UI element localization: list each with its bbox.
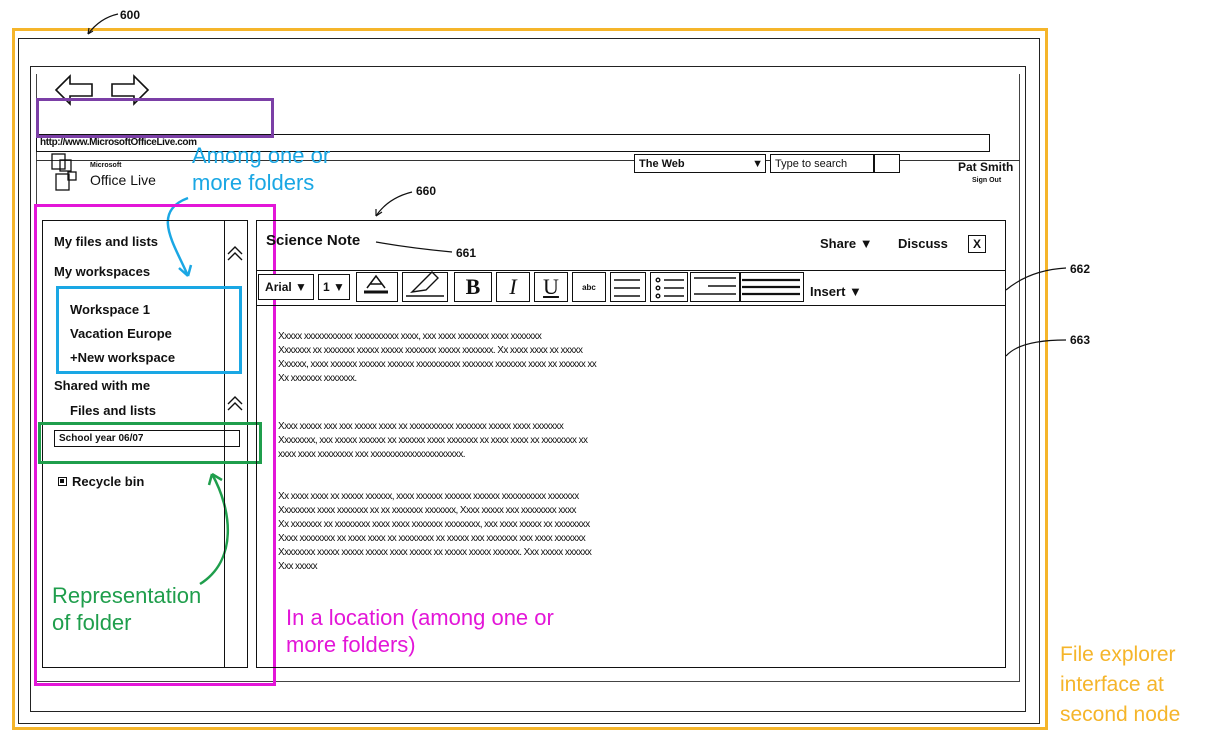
search-button[interactable]	[874, 154, 900, 173]
paragraph-line: Xxxxxxxx, xxx xxxxx xxxxxx xx xxxxxx xxx…	[278, 435, 588, 446]
annotation-representation: Representation of folder	[52, 582, 201, 636]
paragraph-line: Xxxxxx, xxxx xxxxxx xxxxxx xxxxxx xxxxxx…	[278, 359, 597, 370]
url-text: http://www.MicrosoftOfficeLive.com	[40, 137, 197, 148]
bulleted-list-button[interactable]	[650, 272, 688, 302]
url-highlight-box	[36, 98, 274, 138]
document-paragraph-2: Xxxx xxxxx xxx xxx xxxxx xxxx xx xxxxxxx…	[278, 420, 588, 462]
paragraph-line: Xxxxxxxx xxxx xxxxxxx xx xx xxxxxxx xxxx…	[278, 505, 576, 516]
paragraph-line: Xxxx xxxxx xxx xxx xxxxx xxxx xx xxxxxxx…	[278, 421, 564, 432]
underline-button[interactable]: U	[534, 272, 568, 302]
indent-button[interactable]	[690, 272, 740, 302]
document-paragraph-1: Xxxxx xxxxxxxxxxx xxxxxxxxxx xxxx, xxx x…	[278, 330, 597, 386]
annotation-line: of folder	[52, 610, 132, 635]
paragraph-line: xxxx xxxx xxxxxxxx xxx xxxxxxxxxxxxxxxxx…	[278, 449, 466, 460]
font-select[interactable]: Arial ▼	[258, 274, 314, 300]
discuss-link[interactable]: Discuss	[898, 236, 948, 251]
logo-microsoft: Microsoft	[90, 162, 122, 169]
user-name: Pat Smith	[958, 160, 1014, 174]
font-size-select[interactable]: 1 ▼	[318, 274, 350, 300]
annotation-line: second node	[1060, 703, 1181, 726]
annotation-line: more folders)	[286, 632, 416, 657]
italic-button[interactable]: I	[496, 272, 530, 302]
highlight-button[interactable]	[402, 272, 448, 302]
annotation-line: File explorer	[1060, 643, 1176, 666]
annotation-location: In a location (among one or more folders…	[286, 604, 554, 658]
close-button[interactable]: X	[968, 235, 986, 253]
paragraph-line: Xx xxxxxxx xxxxxxx.	[278, 373, 357, 384]
annotation-file-explorer: File explorer interface at second node	[1060, 640, 1180, 730]
justify-button[interactable]	[740, 272, 804, 302]
annotation-line: interface at	[1060, 673, 1164, 696]
annotation-line: more folders	[192, 170, 315, 195]
paragraph-line: Xx xxxxxxx xx xxxxxxxx xxxx xxxx xxxxxxx…	[278, 519, 590, 530]
search-scope-label: The Web	[639, 157, 685, 170]
annotation-line: In a location (among one or	[286, 605, 554, 630]
paragraph-line: Xxxx xxxxxxxx xx xxxx xxxx xx xxxxxxxx x…	[278, 533, 586, 544]
annotation-line: Representation	[52, 583, 202, 608]
numbered-list-button[interactable]	[610, 272, 646, 302]
share-menu[interactable]: Share ▼	[820, 236, 873, 251]
annotation-among-folders: Among one or more folders	[192, 142, 330, 196]
paragraph-line: Xxxxx xxxxxxxxxxx xxxxxxxxxx xxxx, xxx x…	[278, 331, 542, 342]
search-input[interactable]: Type to search	[770, 154, 874, 173]
paragraph-line: Xx xxxx xxxx xx xxxxx xxxxxx, xxxx xxxxx…	[278, 491, 579, 502]
paragraph-line: Xxxxxxxx xxxxx xxxxx xxxxx xxxx xxxxx xx…	[278, 547, 592, 558]
sign-out-link[interactable]: Sign Out	[972, 177, 1001, 184]
logo-office-live: Office Live	[90, 172, 156, 188]
search-placeholder: Type to search	[775, 157, 848, 170]
paragraph-line: Xxx xxxxx	[278, 561, 318, 572]
chevron-down-icon: ▼	[752, 157, 763, 170]
annotation-line: Among one or	[192, 143, 331, 168]
document-title: Science Note	[266, 232, 361, 249]
font-color-button[interactable]	[356, 272, 398, 302]
bold-button[interactable]: B	[454, 272, 492, 302]
insert-menu[interactable]: Insert ▼	[810, 284, 862, 299]
paragraph-line: Xxxxxxx xx xxxxxxx xxxxx xxxxx xxxxxxx x…	[278, 345, 583, 356]
office-live-logo-icon	[51, 153, 77, 191]
search-scope-select[interactable]: The Web ▼	[634, 154, 766, 173]
strikethrough-button[interactable]: abc	[572, 272, 606, 302]
document-paragraph-3: Xx xxxx xxxx xx xxxxx xxxxxx, xxxx xxxxx…	[278, 490, 592, 574]
